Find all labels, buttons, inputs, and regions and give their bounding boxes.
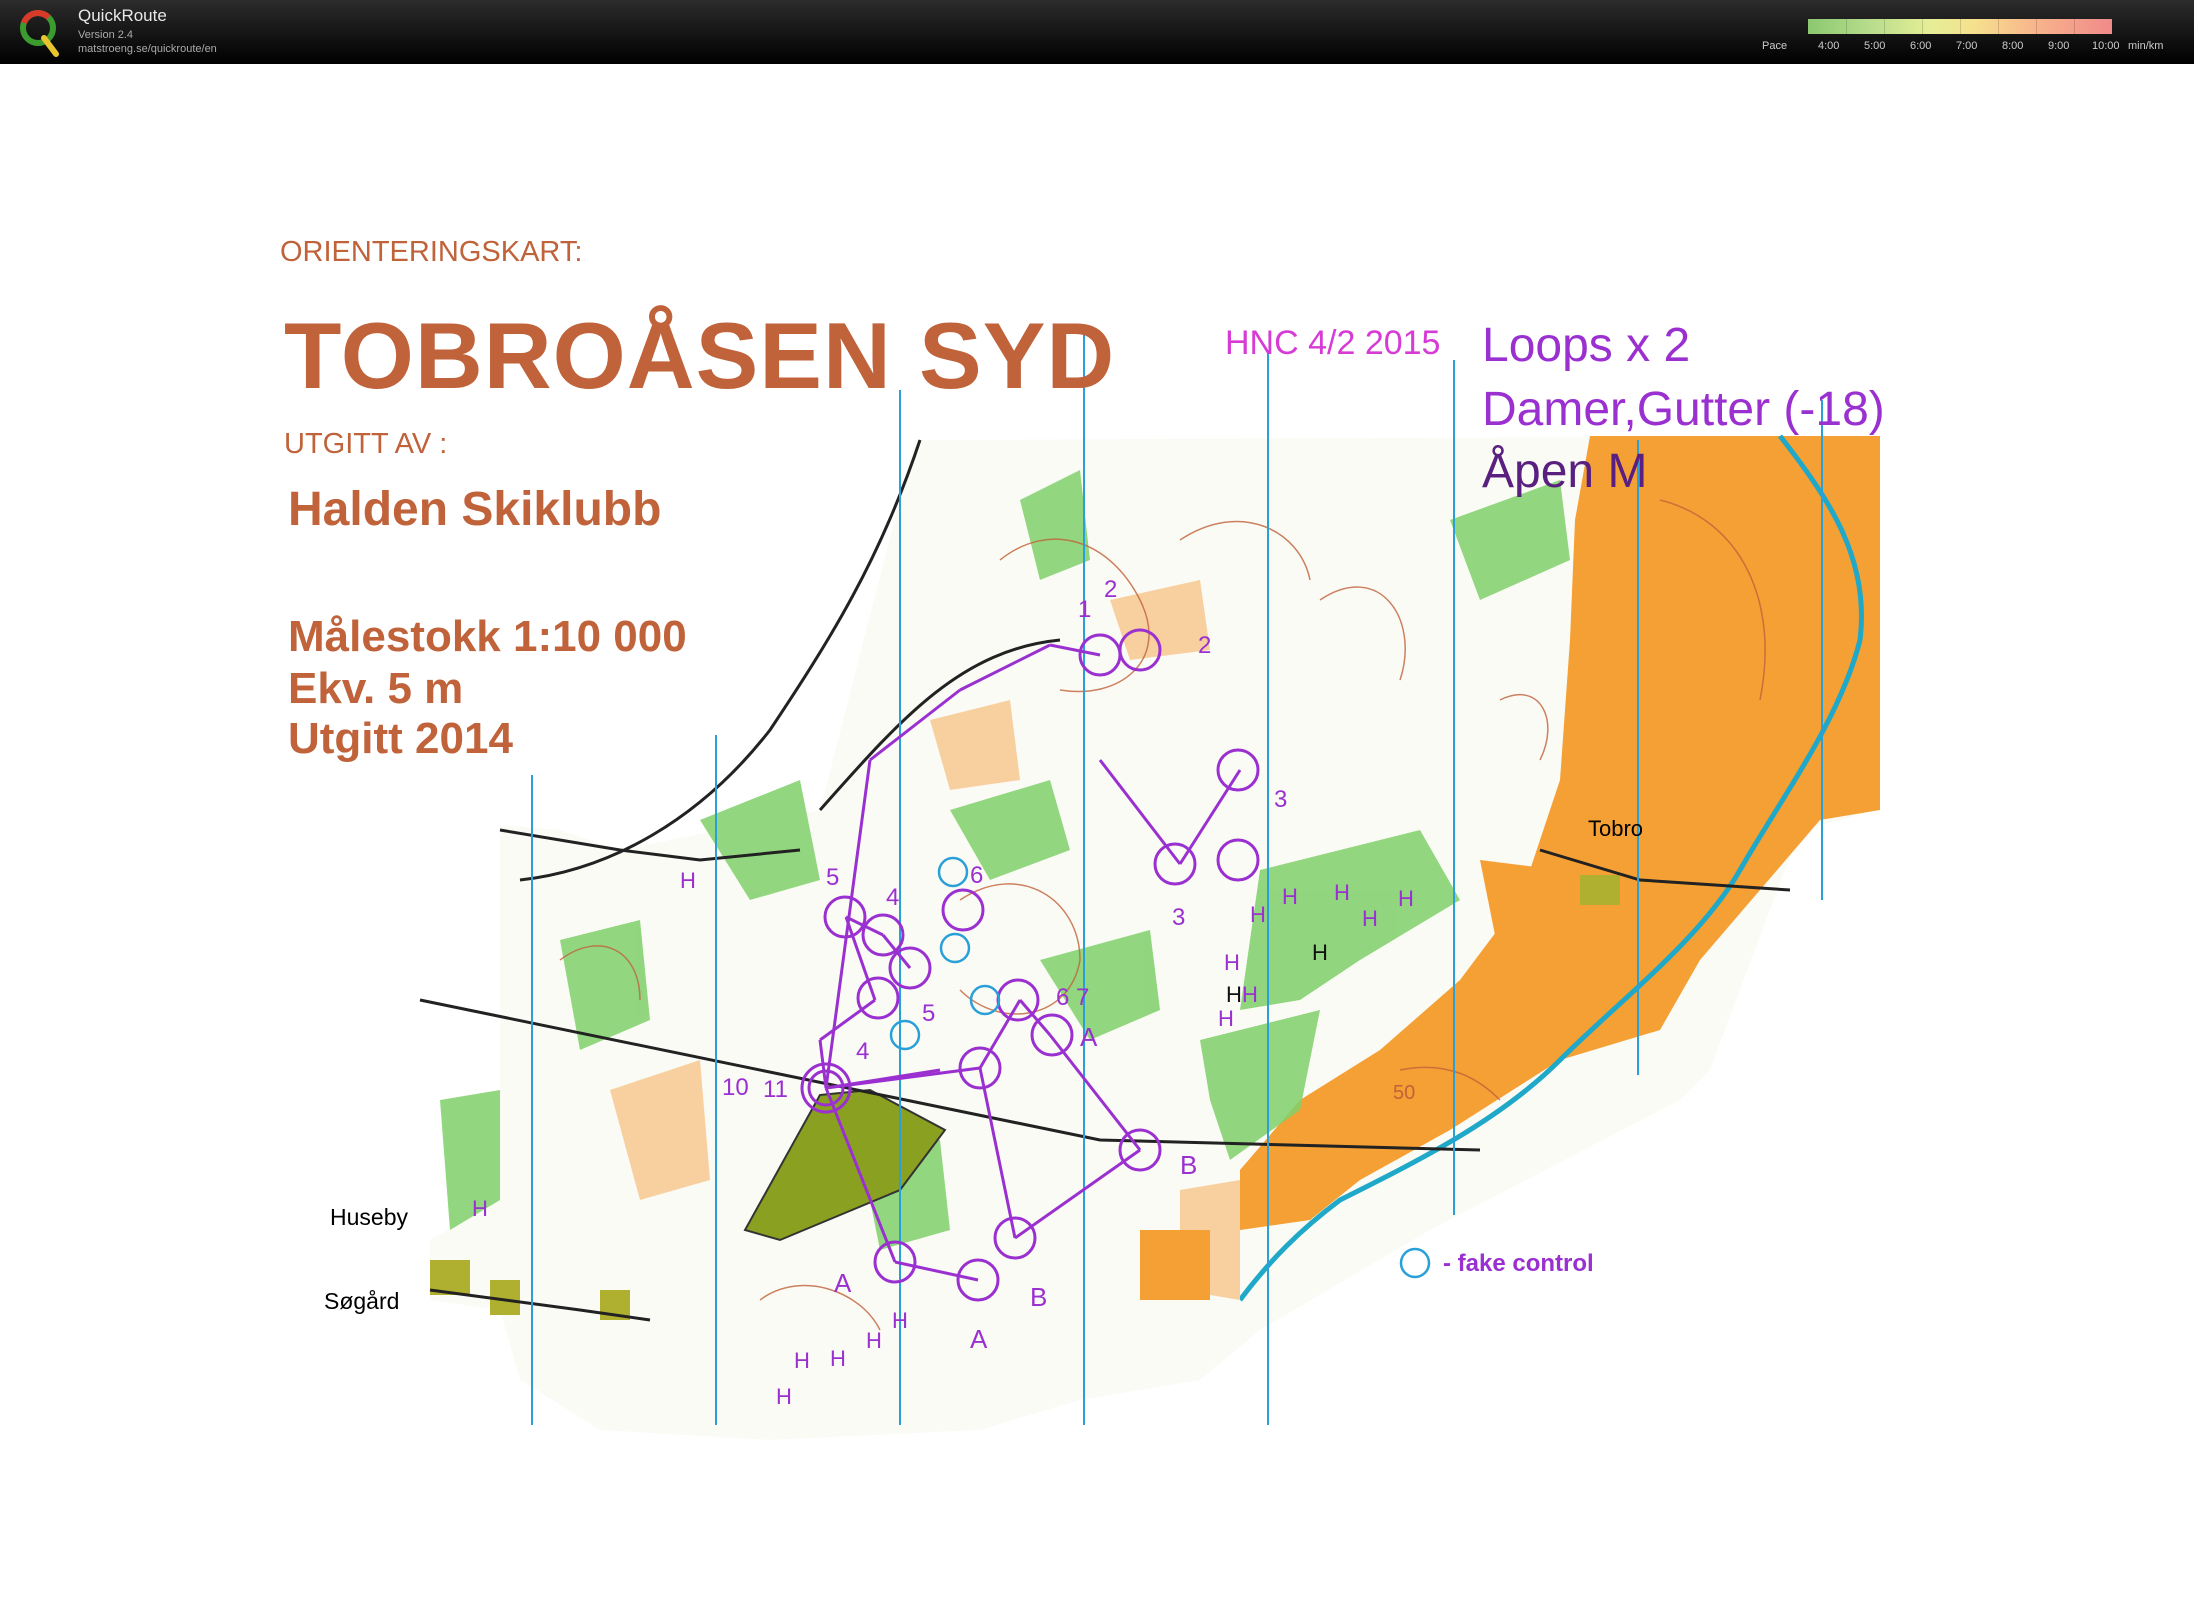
loop-label: B [1180,1150,1198,1180]
event-label: HNC 4/2 2015 [1225,324,1441,362]
map-h-marker: H [1218,1006,1234,1031]
map-h-marker: H [1362,906,1378,931]
map-h-marker: H [1312,940,1328,965]
control-number: 4 [886,884,900,911]
publisher-name: Halden Skiklubb [288,483,662,536]
control-number: 3 [1274,786,1288,813]
map-h-marker: H [1282,884,1298,909]
map-h-marker: H [1224,950,1240,975]
course-line-3: Åpen M [1482,445,1648,498]
map-h-marker: H [472,1196,488,1221]
control-number: 5 [826,864,840,891]
map-h-marker: H [1334,880,1350,905]
contour-value-label: 50 [1393,1082,1416,1104]
control-number: 2 [1198,632,1212,659]
loop-label: B [1030,1282,1048,1312]
control-number: 7 [1076,984,1090,1011]
place-sogard: Søgård [324,1288,400,1314]
map-h-marker: H [892,1308,908,1333]
map-h-marker: H [1250,902,1266,927]
publisher-label: UTGITT AV : [284,428,448,460]
loop-label: A [834,1268,852,1298]
map-scale: Målestokk 1:10 000 [288,612,687,661]
map-h-marker: H [1398,886,1414,911]
course-line-2: Damer,Gutter (-18) [1482,383,1885,436]
map-contour-interval: Ekv. 5 m [288,664,464,713]
map-published-year: Utgitt 2014 [288,714,513,763]
map-h-marker: H [776,1384,792,1409]
control-number: 5 [922,1000,936,1027]
control-number: 4 [856,1038,870,1065]
control-number: 11 [763,1076,788,1103]
loop-label: A [970,1324,988,1354]
control-number: 6 [1056,984,1070,1011]
map-h-marker: H [866,1328,882,1353]
place-tobro: Tobro [1588,816,1644,841]
map-h-marker: H [680,868,696,893]
map-h-marker: H [794,1348,810,1373]
control-number: 10 [722,1074,749,1101]
map-h-marker: H [1242,982,1258,1007]
course-line-1: Loops x 2 [1482,319,1691,372]
map-h-marker: H [830,1346,846,1371]
map-h-marker: H [1226,982,1242,1007]
fake-control-legend: - fake control [1443,1250,1594,1277]
control-number: 6 [970,862,984,889]
control-number: 1 [1078,596,1092,623]
fake-control-legend-icon [1399,1247,1431,1279]
map-title: TOBROÅSEN SYD [284,303,1116,408]
control-number: 3 [1172,904,1186,931]
control-number: 2 [1104,576,1118,603]
loop-label: A [1080,1022,1098,1052]
place-huseby: Huseby [330,1204,408,1230]
map-header: ORIENTERINGSKART: [280,236,583,268]
